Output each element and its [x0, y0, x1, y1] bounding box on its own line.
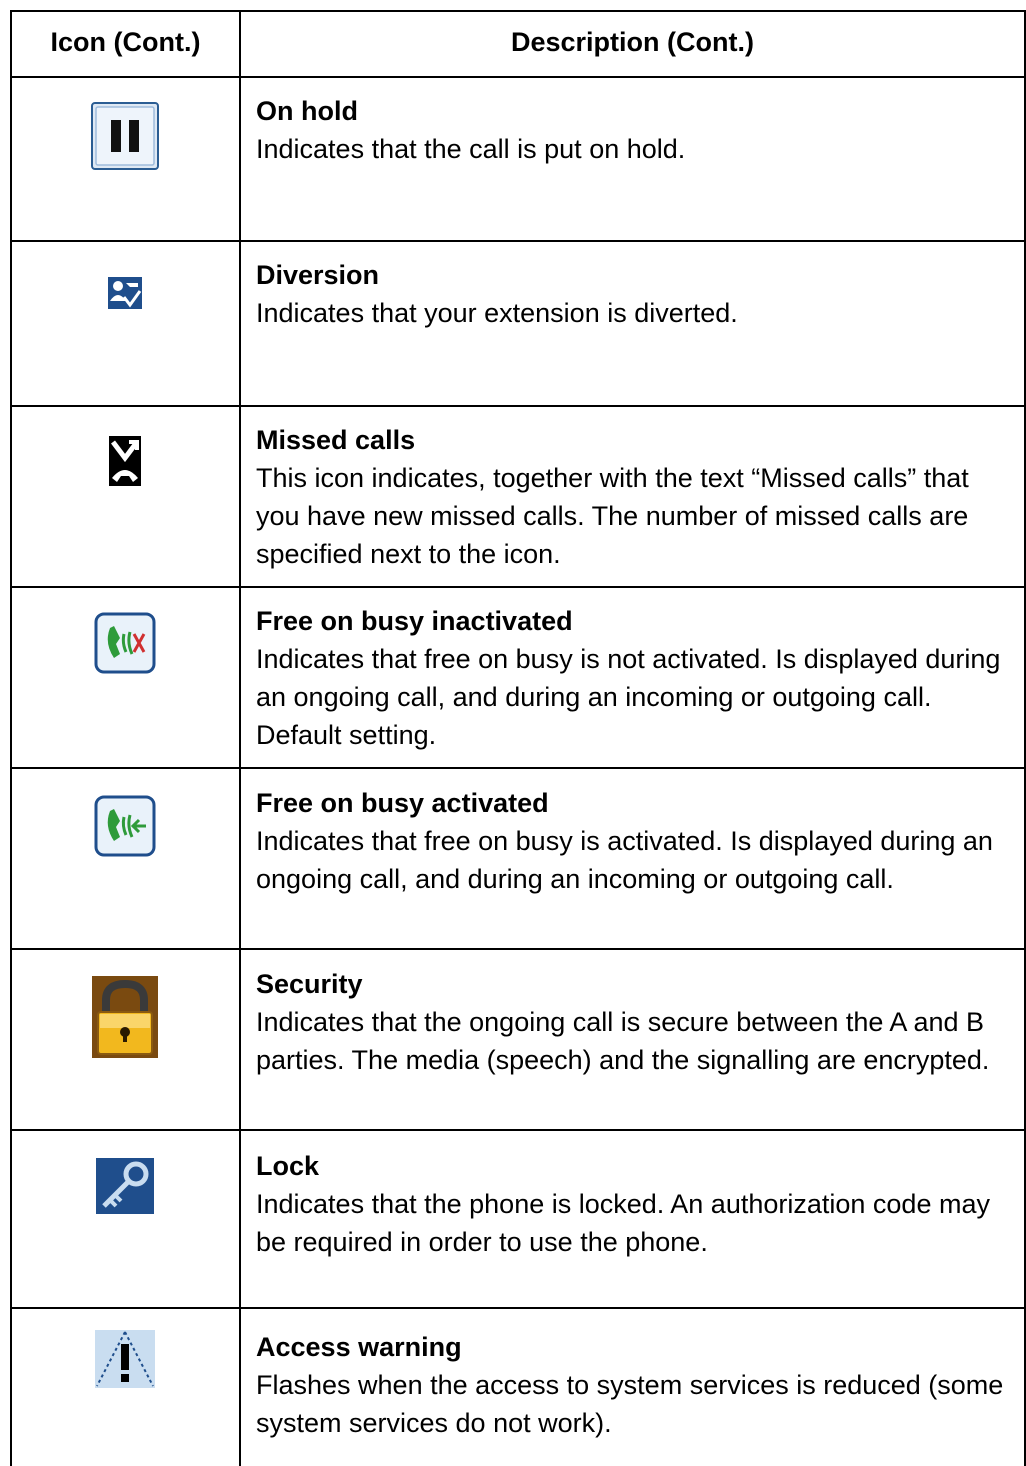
- table-row-icon: [10, 612, 239, 674]
- row-divider: [10, 948, 1026, 950]
- row-text: Indicates that the ongoing call is secur…: [256, 1007, 990, 1075]
- row-text: Flashes when the access to system servic…: [256, 1370, 1004, 1438]
- column-divider: [239, 10, 241, 1466]
- key-icon: [95, 1158, 154, 1214]
- table-row-icon: [10, 1158, 239, 1214]
- table-row-icon: [10, 436, 239, 486]
- row-text: Indicates that the call is put on hold.: [256, 134, 686, 164]
- row-title: Missed calls: [256, 425, 416, 455]
- row-divider: [10, 240, 1026, 242]
- row-divider: [10, 1129, 1026, 1131]
- table-row-icon: [10, 976, 239, 1058]
- table-row-description: Free on busy inactivated Indicates that …: [256, 602, 1016, 754]
- row-title: Access warning: [256, 1332, 462, 1362]
- table-row-icon: [10, 277, 239, 309]
- table-row-description: Lock Indicates that the phone is locked.…: [256, 1147, 1016, 1261]
- row-divider: [10, 1307, 1026, 1309]
- row-text: This icon indicates, together with the t…: [256, 463, 969, 569]
- row-divider: [10, 767, 1026, 769]
- table-row-icon: [10, 1330, 239, 1388]
- table-row-icon: [10, 795, 239, 857]
- row-text: Indicates that free on busy is activated…: [256, 826, 993, 894]
- table-row-description: On hold Indicates that the call is put o…: [256, 92, 1016, 168]
- diversion-icon: [107, 277, 142, 309]
- free-on-busy-activated-icon: [94, 795, 156, 857]
- row-title: Free on busy activated: [256, 788, 549, 818]
- row-divider: [10, 405, 1026, 407]
- pause-icon: [90, 102, 159, 170]
- row-title: Security: [256, 969, 363, 999]
- row-text: Indicates that free on busy is not activ…: [256, 644, 1001, 750]
- padlock-icon: [91, 976, 158, 1058]
- table-row-description: Free on busy activated Indicates that fr…: [256, 784, 1016, 898]
- row-divider: [10, 76, 1026, 78]
- row-title: Free on busy inactivated: [256, 606, 573, 636]
- row-title: Diversion: [256, 260, 380, 290]
- table-row-description: Access warning Flashes when the access t…: [256, 1328, 1016, 1442]
- row-text: Indicates that the phone is locked. An a…: [256, 1189, 990, 1257]
- table-row-icon: [10, 102, 239, 170]
- table-row-description: Security Indicates that the ongoing call…: [256, 965, 1016, 1079]
- table-row-description: Missed calls This icon indicates, togeth…: [256, 421, 1016, 573]
- free-on-busy-inactivated-icon: [94, 612, 156, 674]
- header-description-column: Description (Cont.): [511, 27, 754, 57]
- row-title: Lock: [256, 1151, 320, 1181]
- row-text: Indicates that your extension is diverte…: [256, 298, 738, 328]
- table-row-description: Diversion Indicates that your extension …: [256, 256, 1016, 332]
- row-divider: [10, 586, 1026, 588]
- missed-calls-icon: [108, 436, 141, 486]
- access-warning-icon: [94, 1330, 155, 1388]
- header-icon-column: Icon (Cont.): [50, 27, 201, 57]
- row-title: On hold: [256, 96, 358, 126]
